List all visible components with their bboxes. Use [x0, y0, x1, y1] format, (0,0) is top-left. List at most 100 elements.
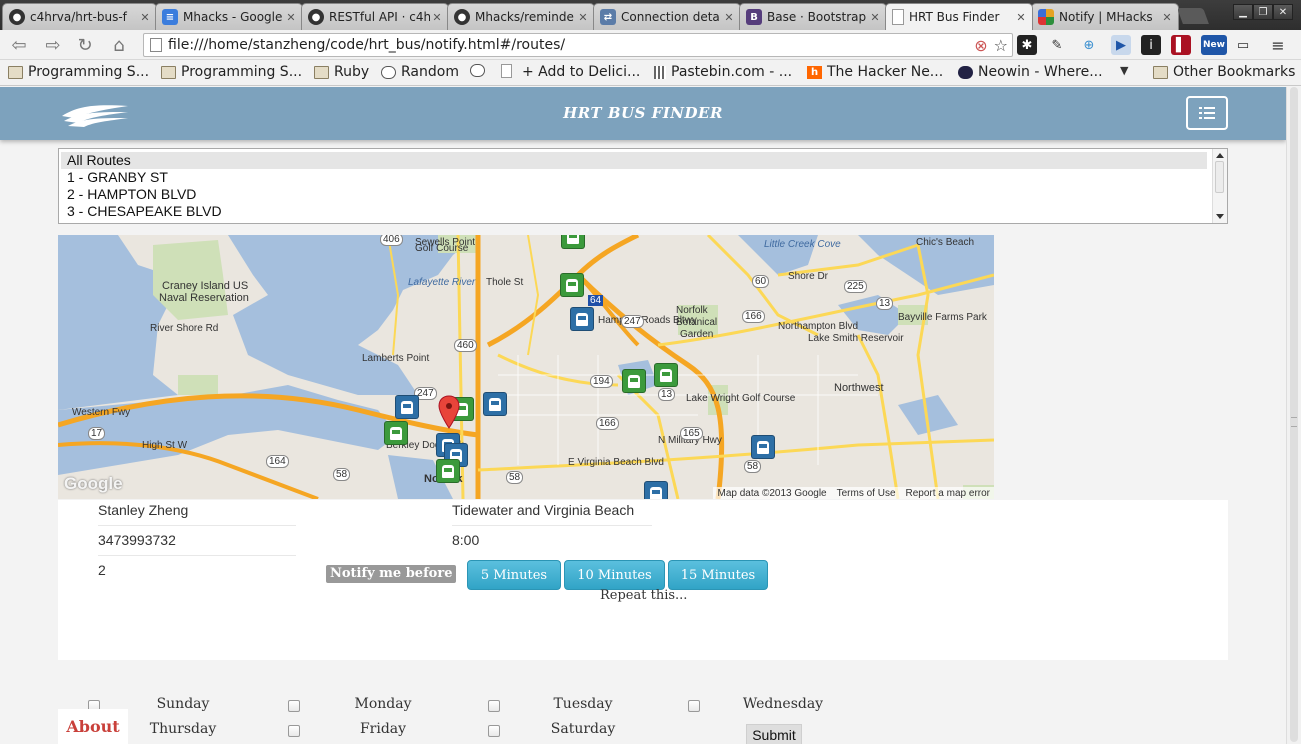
tab-label: Mhacks - Google — [183, 10, 283, 24]
bookmark-other[interactable]: Other Bookmarks — [1153, 64, 1295, 80]
browser-tab-8[interactable]: Notify | MHacks ✕ — [1031, 3, 1179, 30]
notify-15-minutes-button[interactable]: 15 Minutes — [668, 560, 768, 590]
road-shield: 166 — [742, 310, 765, 323]
extension-play-icon[interactable]: ▶ — [1111, 35, 1131, 55]
report-error-link[interactable]: Report a map error — [906, 488, 990, 499]
home-icon[interactable]: ⌂ — [106, 34, 132, 56]
browser-tab-1[interactable]: ● c4hrva/hrt-bus-f ✕ — [2, 3, 157, 30]
bookmark-folder-programming-1[interactable]: Programming S... — [8, 64, 149, 80]
close-icon[interactable]: ✕ — [722, 11, 736, 24]
browser-tab-2[interactable]: ≡ Mhacks - Google ✕ — [155, 3, 303, 30]
route-select-list[interactable]: All Routes 1 - GRANBY ST 2 - HAMPTON BLV… — [58, 148, 1228, 224]
bus-marker-blue[interactable] — [644, 481, 668, 499]
close-icon[interactable]: ✕ — [430, 11, 444, 24]
bookmark-folder-ruby[interactable]: Ruby — [314, 64, 369, 80]
back-icon[interactable]: ⇦ — [6, 34, 32, 56]
browser-tab-5[interactable]: ⇄ Connection deta ✕ — [593, 3, 741, 30]
close-icon[interactable]: ✕ — [1014, 11, 1028, 24]
close-icon[interactable]: ✕ — [138, 11, 152, 24]
cookie-blocked-icon[interactable]: ⊗ — [974, 36, 987, 55]
reload-icon[interactable]: ↻ — [72, 34, 98, 56]
browser-tab-6[interactable]: B Base · Bootstrap ✕ — [739, 3, 887, 30]
time-field[interactable]: 8:00 — [452, 530, 652, 556]
cast-icon[interactable]: ▭ — [1233, 35, 1253, 55]
forward-icon[interactable]: ⇨ — [40, 34, 66, 56]
bus-marker-green[interactable] — [560, 273, 584, 297]
extension-snowflake-icon[interactable]: ✱ — [1017, 35, 1037, 55]
browser-tab-7[interactable]: HRT Bus Finder ✕ — [885, 3, 1033, 30]
bus-marker-green[interactable] — [561, 235, 585, 249]
close-icon[interactable]: ✕ — [576, 11, 590, 24]
bus-marker-blue[interactable] — [483, 392, 507, 416]
checkbox-wednesday[interactable] — [688, 700, 700, 712]
minimize-button[interactable]: ▁ — [1233, 4, 1253, 20]
bookmark-page[interactable] — [501, 64, 517, 78]
menu-icon[interactable]: ≡ — [1268, 35, 1288, 55]
route-list-scrollbar[interactable] — [1212, 149, 1227, 223]
route-field[interactable]: 2 — [98, 560, 296, 586]
scroll-grip-icon — [1291, 417, 1297, 427]
submit-button[interactable]: Submit — [746, 724, 802, 744]
checkbox-saturday[interactable] — [488, 725, 500, 737]
scroll-down-arrow-icon[interactable] — [1216, 214, 1224, 219]
bus-marker-blue[interactable] — [570, 307, 594, 331]
browser-tab-4[interactable]: ● Mhacks/reminde ✕ — [447, 3, 595, 30]
bookmark-random[interactable]: Random — [381, 64, 459, 80]
route-option-2[interactable]: 2 - HAMPTON BLVD — [59, 186, 1207, 203]
browser-tab-3[interactable]: ● RESTful API · c4h ✕ — [301, 3, 449, 30]
page-scrollbar[interactable] — [1286, 87, 1301, 744]
scroll-up-arrow-icon[interactable] — [1216, 153, 1224, 158]
bookmark-hackernews[interactable]: h The Hacker Ne... — [807, 64, 943, 80]
maximize-button[interactable]: ❐ — [1253, 4, 1273, 20]
scroll-thumb[interactable] — [1215, 161, 1224, 193]
info-icon[interactable]: i — [1141, 35, 1161, 55]
map-label: Hampton Roads Bltwy — [598, 315, 697, 326]
bus-map[interactable]: Craney Island US Naval Reservation Sewel… — [58, 235, 994, 499]
route-option-3[interactable]: 3 - CHESAPEAKE BLVD — [59, 203, 1207, 220]
bus-marker-green[interactable] — [622, 369, 646, 393]
window-close-button[interactable]: ✕ — [1273, 4, 1293, 20]
bus-marker-blue[interactable] — [751, 435, 775, 459]
about-link[interactable]: About — [58, 709, 128, 744]
name-field[interactable]: Stanley Zheng — [98, 500, 296, 526]
checkbox-monday[interactable] — [288, 700, 300, 712]
notify-10-minutes-button[interactable]: 10 Minutes — [564, 560, 665, 590]
route-option-all[interactable]: All Routes — [61, 152, 1207, 169]
stop-field[interactable]: Tidewater and Virginia Beach — [452, 500, 652, 526]
extension-book-icon[interactable]: ▌ — [1171, 35, 1191, 55]
bus-marker-green[interactable] — [384, 421, 408, 445]
list-icon — [1199, 107, 1215, 119]
terms-link[interactable]: Terms of Use — [837, 488, 896, 499]
bookmark-neowin[interactable]: Neowin - Where... — [958, 64, 1103, 80]
bus-icon — [660, 368, 672, 382]
bus-marker-green[interactable] — [654, 363, 678, 387]
bookmark-pastebin[interactable]: Pastebin.com - ... — [654, 64, 792, 80]
eyedropper-icon[interactable]: ✎ — [1047, 35, 1067, 55]
bookmarks-overflow-chevron-icon[interactable]: ▼ — [1120, 64, 1128, 77]
close-icon[interactable]: ✕ — [284, 11, 298, 24]
location-pin-icon[interactable] — [438, 395, 460, 429]
bookmark-reddit[interactable] — [470, 64, 490, 77]
address-bar[interactable]: file:///home/stanzheng/code/hrt_bus/noti… — [143, 33, 1013, 57]
route-option-1[interactable]: 1 - GRANBY ST — [59, 169, 1207, 186]
map-label: Lake Wright Golf Course — [686, 393, 796, 404]
page-scroll-thumb[interactable] — [1290, 87, 1298, 742]
close-icon[interactable]: ✕ — [1160, 11, 1174, 24]
bookmark-delicious[interactable]: + Add to Delici... — [522, 64, 640, 80]
menu-toggle-button[interactable] — [1186, 96, 1228, 130]
bookmark-folder-programming-2[interactable]: Programming S... — [161, 64, 302, 80]
bookmark-label: + Add to Delici... — [522, 64, 641, 80]
phone-field[interactable]: 3473993732 — [98, 530, 296, 556]
bus-icon — [401, 400, 413, 414]
notify-5-minutes-button[interactable]: 5 Minutes — [467, 560, 561, 590]
checkbox-friday[interactable] — [288, 725, 300, 737]
star-icon[interactable]: ☆ — [994, 36, 1008, 55]
close-icon[interactable]: ✕ — [868, 11, 882, 24]
extension-globe-icon[interactable]: ⊕ — [1079, 35, 1099, 55]
new-tab-button[interactable] — [1177, 8, 1209, 24]
new-badge-icon[interactable]: New — [1201, 35, 1227, 55]
bus-marker-blue[interactable] — [395, 395, 419, 419]
bus-marker-green[interactable] — [436, 459, 460, 483]
map-label: Lafayette River — [408, 277, 476, 288]
checkbox-tuesday[interactable] — [488, 700, 500, 712]
